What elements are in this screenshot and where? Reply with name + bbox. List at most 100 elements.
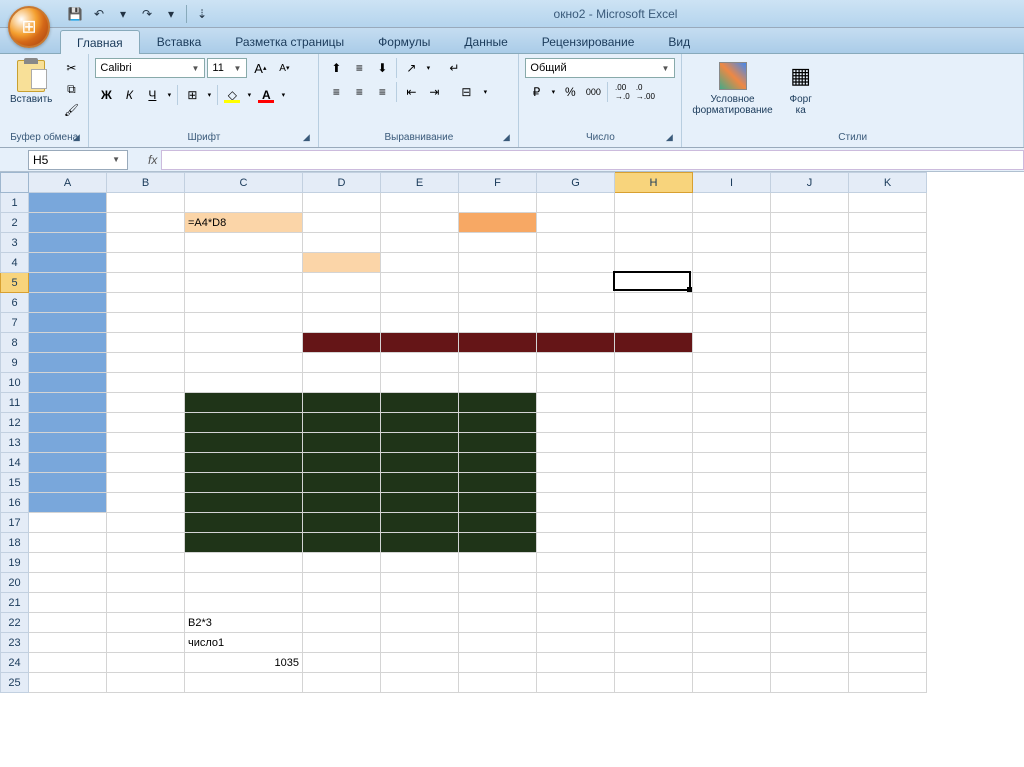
cell-C4[interactable] [185,253,303,273]
column-header-I[interactable]: I [693,173,771,193]
cell-K9[interactable] [849,353,927,373]
cell-H7[interactable] [615,313,693,333]
currency-dropdown[interactable]: ▾ [548,82,558,102]
tab-view[interactable]: Вид [651,29,707,53]
cell-E10[interactable] [381,373,459,393]
cell-I24[interactable] [693,653,771,673]
orientation-button[interactable]: ↗ [400,58,422,78]
cell-B17[interactable] [107,513,185,533]
cell-A5[interactable] [29,273,107,293]
cell-K16[interactable] [849,493,927,513]
cell-E25[interactable] [381,673,459,693]
cell-C14[interactable] [185,453,303,473]
paste-button[interactable]: Вставить [6,58,56,107]
column-header-D[interactable]: D [303,173,381,193]
cell-E24[interactable] [381,653,459,673]
cell-K18[interactable] [849,533,927,553]
cell-B7[interactable] [107,313,185,333]
column-header-B[interactable]: B [107,173,185,193]
cell-D21[interactable] [303,593,381,613]
cell-J16[interactable] [771,493,849,513]
cell-C8[interactable] [185,333,303,353]
shrink-font-button[interactable]: A▾ [273,58,295,78]
cell-C3[interactable] [185,233,303,253]
cell-I20[interactable] [693,573,771,593]
cell-B2[interactable] [107,213,185,233]
comma-button[interactable]: 000 [582,82,604,102]
wrap-text-button[interactable]: ↵ [441,58,467,78]
cell-K20[interactable] [849,573,927,593]
cell-J1[interactable] [771,193,849,213]
cell-A1[interactable] [29,193,107,213]
cell-F23[interactable] [459,633,537,653]
row-header-9[interactable]: 9 [1,353,29,373]
cell-A11[interactable] [29,393,107,413]
copy-button[interactable]: ⧉ [60,79,82,99]
cell-A14[interactable] [29,453,107,473]
cell-D19[interactable] [303,553,381,573]
cell-K24[interactable] [849,653,927,673]
cell-J20[interactable] [771,573,849,593]
cell-F15[interactable] [459,473,537,493]
cell-I15[interactable] [693,473,771,493]
cell-K17[interactable] [849,513,927,533]
font-launcher[interactable]: ◢ [300,132,312,144]
cell-E15[interactable] [381,473,459,493]
cell-E9[interactable] [381,353,459,373]
cell-F24[interactable] [459,653,537,673]
cell-J15[interactable] [771,473,849,493]
cell-I10[interactable] [693,373,771,393]
cell-A23[interactable] [29,633,107,653]
cell-D12[interactable] [303,413,381,433]
cell-F4[interactable] [459,253,537,273]
row-header-19[interactable]: 19 [1,553,29,573]
cell-H25[interactable] [615,673,693,693]
cell-I6[interactable] [693,293,771,313]
cell-I22[interactable] [693,613,771,633]
cell-A24[interactable] [29,653,107,673]
cell-F2[interactable] [459,213,537,233]
row-header-21[interactable]: 21 [1,593,29,613]
cell-F16[interactable] [459,493,537,513]
cell-D11[interactable] [303,393,381,413]
cell-H20[interactable] [615,573,693,593]
cell-H15[interactable] [615,473,693,493]
cell-D13[interactable] [303,433,381,453]
cell-K12[interactable] [849,413,927,433]
cell-K7[interactable] [849,313,927,333]
cell-C22[interactable]: B2*3 [185,613,303,633]
cell-H16[interactable] [615,493,693,513]
cell-B6[interactable] [107,293,185,313]
cell-A15[interactable] [29,473,107,493]
cell-B16[interactable] [107,493,185,513]
cell-J6[interactable] [771,293,849,313]
row-header-7[interactable]: 7 [1,313,29,333]
cell-E12[interactable] [381,413,459,433]
row-header-20[interactable]: 20 [1,573,29,593]
row-header-13[interactable]: 13 [1,433,29,453]
cell-H4[interactable] [615,253,693,273]
cell-K3[interactable] [849,233,927,253]
cell-H1[interactable] [615,193,693,213]
row-header-1[interactable]: 1 [1,193,29,213]
cell-B20[interactable] [107,573,185,593]
cell-A25[interactable] [29,673,107,693]
cell-K22[interactable] [849,613,927,633]
cell-H10[interactable] [615,373,693,393]
row-header-15[interactable]: 15 [1,473,29,493]
cell-I13[interactable] [693,433,771,453]
cell-E20[interactable] [381,573,459,593]
formula-input[interactable] [161,150,1024,170]
cell-I23[interactable] [693,633,771,653]
cell-K21[interactable] [849,593,927,613]
cell-D2[interactable] [303,213,381,233]
cell-A8[interactable] [29,333,107,353]
cell-A12[interactable] [29,413,107,433]
cell-K15[interactable] [849,473,927,493]
cell-D5[interactable] [303,273,381,293]
cell-C25[interactable] [185,673,303,693]
cell-G10[interactable] [537,373,615,393]
cell-C12[interactable] [185,413,303,433]
cell-F8[interactable] [459,333,537,353]
cell-B23[interactable] [107,633,185,653]
